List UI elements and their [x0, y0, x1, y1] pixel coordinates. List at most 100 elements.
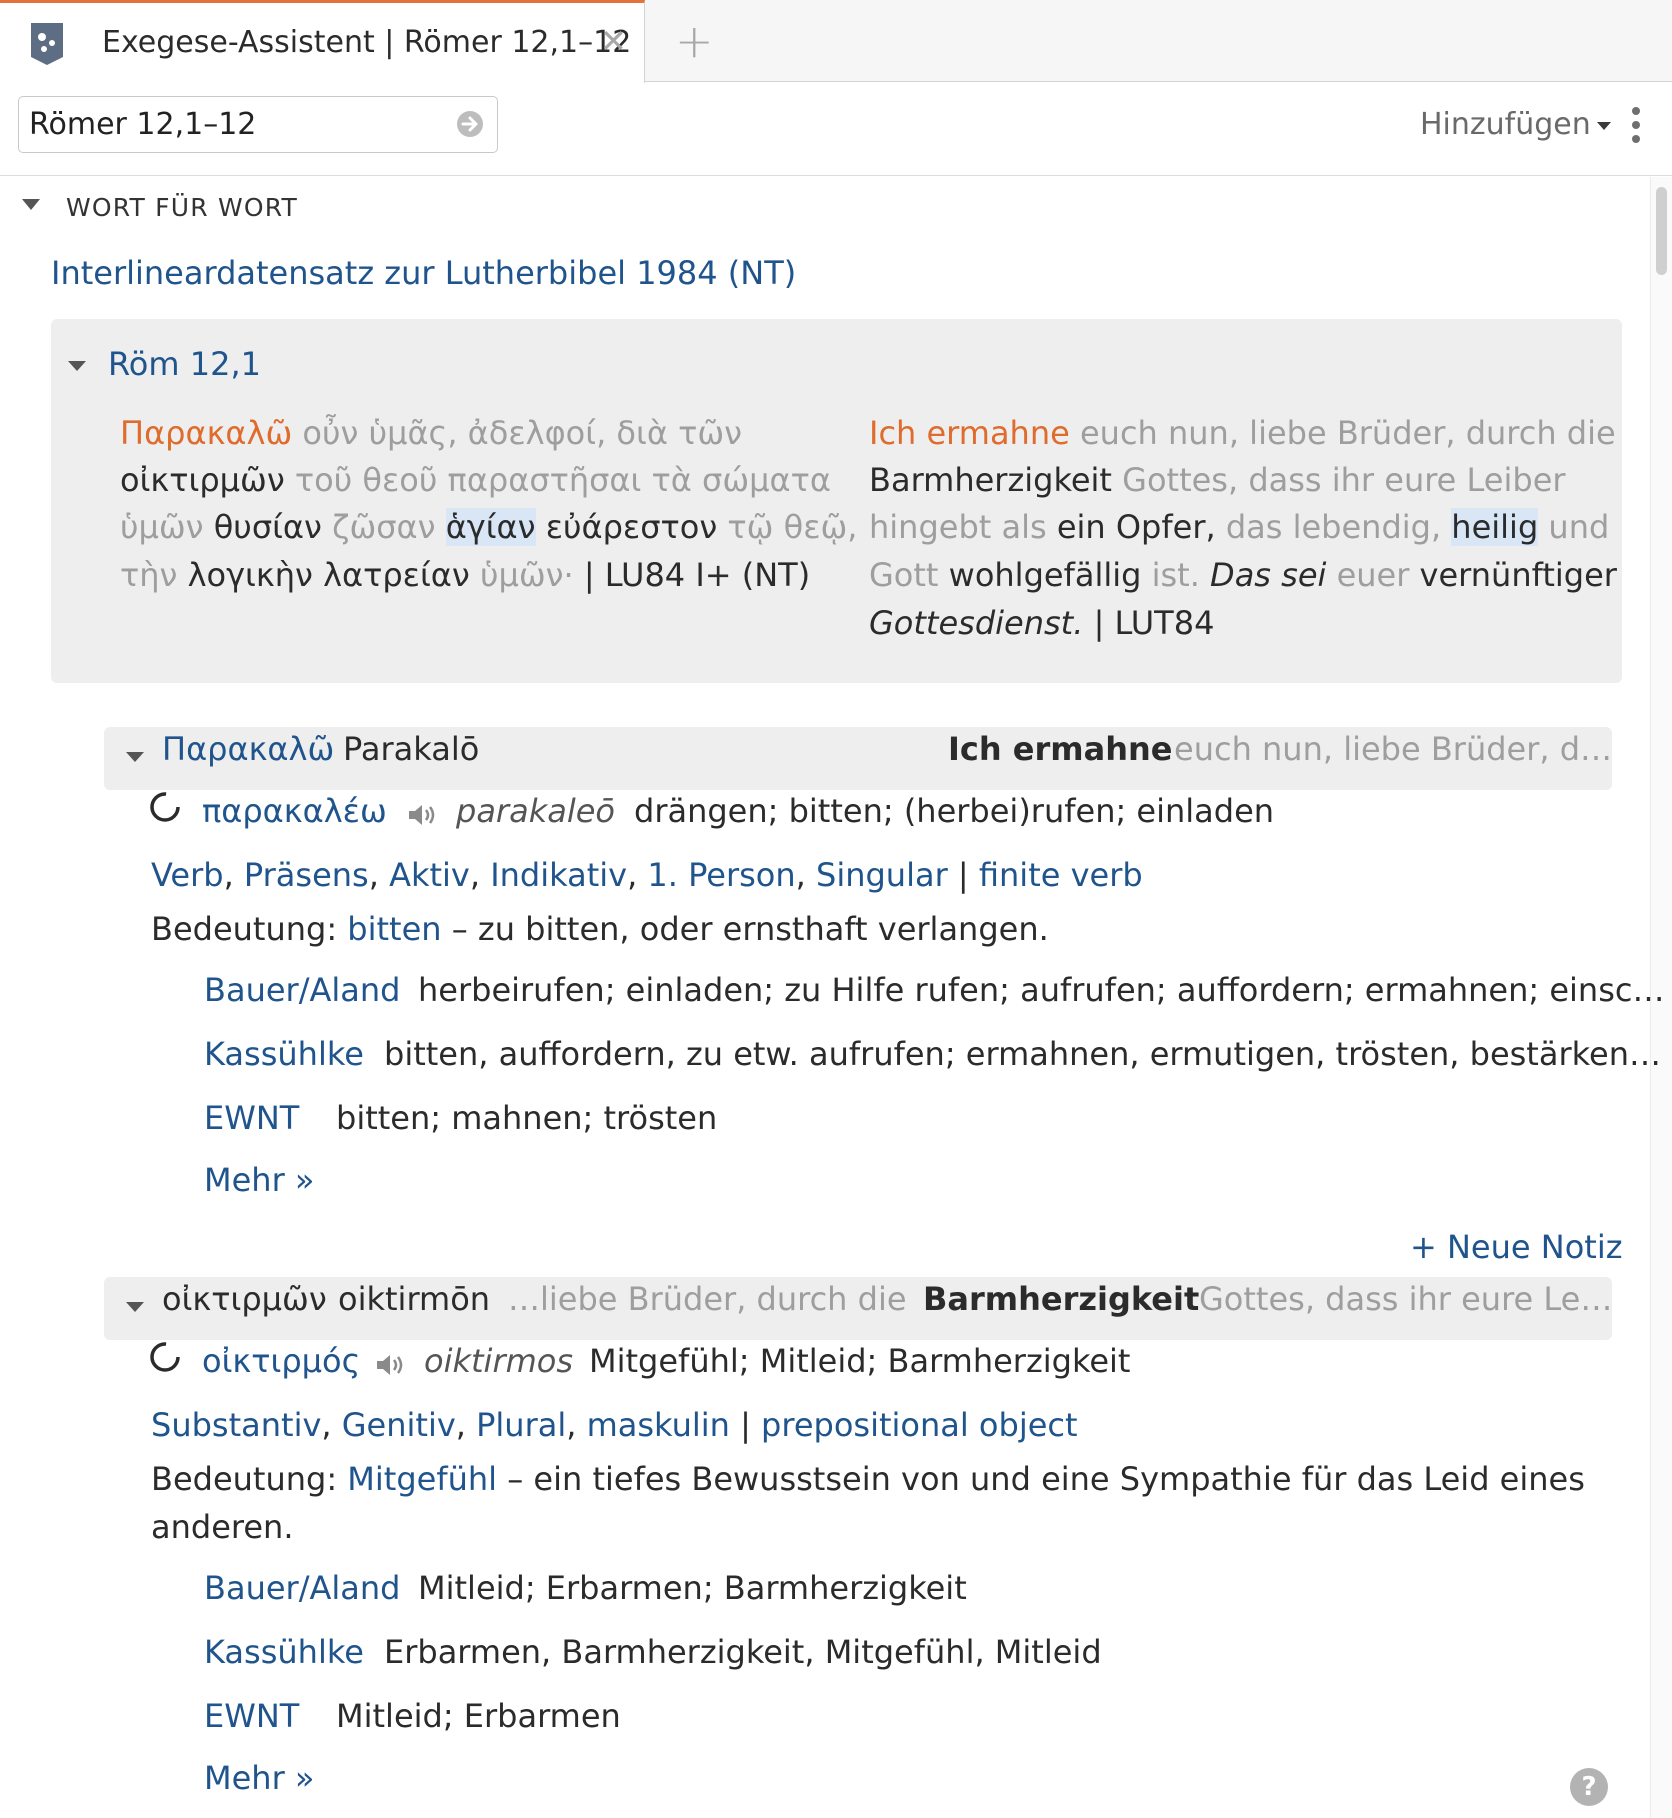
- dataset-link[interactable]: Interlineardatensatz zur Lutherbibel 198…: [51, 254, 796, 292]
- speaker-icon[interactable]: [375, 1352, 407, 1378]
- german-text: euer: [1326, 556, 1410, 594]
- german-text: euch nun, liebe Brüder, durch die: [1069, 414, 1616, 452]
- lexicon-name[interactable]: Kassühlke: [204, 1633, 364, 1671]
- german-text: das lebendig,: [1215, 508, 1452, 546]
- lexicon-name[interactable]: Kassühlke: [204, 1035, 364, 1073]
- reference-input[interactable]: [29, 97, 449, 151]
- greek-text: τῷ θεῷ,: [717, 508, 858, 546]
- word-greek[interactable]: Παρακαλῶ: [162, 730, 334, 768]
- word-greek[interactable]: οἰκτιρμῶν: [162, 1280, 327, 1318]
- morph-tag[interactable]: Plural: [476, 1406, 566, 1444]
- verse-reference-link[interactable]: Röm 12,1: [108, 345, 261, 383]
- toolbar: Hinzufügen: [0, 83, 1672, 176]
- german-word[interactable]: Barmherzigkeit: [869, 461, 1112, 499]
- greek-word[interactable]: οἰκτιρμῶν: [120, 461, 285, 499]
- german-line-2: Barmherzigkeit Gottes, dass ihr eure Lei…: [869, 461, 1566, 499]
- greek-word[interactable]: Παρακαλῶ: [120, 414, 292, 452]
- morph-tag[interactable]: Verb: [151, 856, 224, 894]
- lexicon-gloss: Mitleid; Erbarmen: [336, 1697, 621, 1735]
- lemma-link-icon[interactable]: [148, 790, 182, 824]
- lexicon-name[interactable]: EWNT: [204, 1697, 299, 1735]
- lexicon-gloss: bitten; mahnen; trösten: [336, 1099, 718, 1137]
- german-word-italic[interactable]: Das sei: [1210, 556, 1326, 594]
- morph-tag[interactable]: maskulin: [587, 1406, 730, 1444]
- speaker-icon[interactable]: [407, 802, 439, 828]
- morphology-line: Verb, Präsens, Aktiv, Indikativ, 1. Pers…: [151, 856, 1143, 894]
- greek-word-highlighted[interactable]: ἁγίαν: [445, 508, 536, 546]
- german-word-highlighted[interactable]: heilig: [1451, 508, 1539, 546]
- caret-down-icon: [1596, 121, 1611, 130]
- morph-tag[interactable]: Singular: [816, 856, 948, 894]
- tab-exegese-assistent[interactable]: Exegese-Assistent | Römer 12,1–12 ✕: [0, 0, 645, 83]
- meaning-word[interactable]: bitten: [347, 910, 441, 948]
- word-german-context: euch nun, liebe Brüder, d…: [1174, 730, 1613, 768]
- greek-line-1: Παρακαλῶ οὖν ὑμᾶς, ἀδελφοί, διὰ τῶν: [120, 414, 742, 452]
- word-german-pre: …liebe Brüder, durch die: [508, 1280, 907, 1318]
- syntax-tag[interactable]: prepositional object: [761, 1406, 1077, 1444]
- word-collapse-caret-icon[interactable]: [126, 1302, 144, 1312]
- word-transliteration: Parakalō: [343, 730, 480, 768]
- meaning-line: Bedeutung: bitten – zu bitten, oder erns…: [151, 910, 1049, 948]
- meaning-label: Bedeutung:: [151, 910, 338, 948]
- greek-text: ὑμῶν: [120, 508, 204, 546]
- more-options-icon[interactable]: [1631, 107, 1641, 147]
- greek-text: οὖν ὑμᾶς, ἀδελφοί, διὰ τῶν: [292, 414, 743, 452]
- new-note-button[interactable]: + Neue Notiz: [1410, 1228, 1623, 1266]
- morph-tag[interactable]: Aktiv: [389, 856, 470, 894]
- syntax-tag[interactable]: finite verb: [979, 856, 1143, 894]
- lemma-transliteration: oiktirmos: [424, 1342, 574, 1380]
- german-word[interactable]: wohlgefällig: [938, 556, 1142, 594]
- morph-tag[interactable]: 1. Person: [647, 856, 795, 894]
- word-german-bold: Barmherzigkeit: [923, 1280, 1200, 1318]
- section-title[interactable]: WORT FÜR WORT: [66, 193, 298, 222]
- lemma-gloss: drängen; bitten; (herbei)rufen; einladen: [634, 792, 1275, 830]
- german-version-label[interactable]: | LUT84: [1083, 604, 1215, 642]
- word-collapse-caret-icon[interactable]: [126, 752, 144, 762]
- go-arrow-icon[interactable]: [455, 109, 485, 139]
- verse-panel: [51, 319, 1622, 683]
- greek-word[interactable]: θυσίαν: [204, 508, 322, 546]
- lexicon-name[interactable]: EWNT: [204, 1099, 299, 1137]
- add-menu-button[interactable]: Hinzufügen: [1420, 107, 1611, 142]
- more-link[interactable]: Mehr »: [204, 1759, 314, 1797]
- lemma-gloss: Mitgefühl; Mitleid; Barmherzigkeit: [589, 1342, 1131, 1380]
- morph-tag[interactable]: Präsens: [244, 856, 369, 894]
- greek-line-3: ὑμῶν θυσίαν ζῶσαν ἁγίαν εὐάρεστον τῷ θεῷ…: [120, 508, 857, 546]
- german-line-4: Gott wohlgefällig ist. Das sei euer vern…: [869, 556, 1617, 594]
- greek-version-label[interactable]: | LU84 I+ (NT): [574, 556, 810, 594]
- german-word[interactable]: vernünftiger: [1409, 556, 1617, 594]
- lexicon-name[interactable]: Bauer/Aland: [204, 971, 400, 1009]
- more-link[interactable]: Mehr »: [204, 1161, 314, 1199]
- new-tab-plus-icon[interactable]: +: [675, 18, 714, 64]
- lexicon-name[interactable]: Bauer/Aland: [204, 1569, 400, 1607]
- tab-bar: Exegese-Assistent | Römer 12,1–12 ✕ +: [0, 0, 1672, 83]
- greek-line-2: οἰκτιρμῶν τοῦ θεοῦ παραστῆσαι τὰ σώματα: [120, 461, 831, 499]
- reference-box: [18, 96, 498, 153]
- morph-tag[interactable]: Indikativ: [490, 856, 627, 894]
- section-collapse-caret-icon[interactable]: [22, 199, 40, 210]
- greek-text: ζῶσαν: [321, 508, 446, 546]
- morph-tag[interactable]: Substantiv: [151, 1406, 321, 1444]
- lemma-link-icon[interactable]: [148, 1340, 182, 1374]
- verse-collapse-caret-icon[interactable]: [68, 361, 86, 371]
- german-word[interactable]: Ich ermahne: [869, 414, 1070, 452]
- add-menu-label: Hinzufügen: [1420, 107, 1591, 142]
- help-icon[interactable]: ?: [1570, 1768, 1608, 1806]
- tab-close-icon[interactable]: ✕: [600, 25, 627, 57]
- lexicon-gloss: Mitleid; Erbarmen; Barmherzigkeit: [418, 1569, 967, 1607]
- lemma-greek[interactable]: οἰκτιρμός: [202, 1342, 360, 1380]
- german-word-italic[interactable]: Gottesdienst.: [869, 604, 1083, 642]
- morph-tag[interactable]: Genitiv: [342, 1406, 456, 1444]
- meaning-word[interactable]: Mitgefühl: [347, 1460, 497, 1498]
- german-text: ist.: [1141, 556, 1211, 594]
- german-text: Gottes, dass ihr eure Leiber: [1111, 461, 1566, 499]
- greek-word[interactable]: λογικὴν λατρείαν: [177, 556, 470, 594]
- tab-title: Exegese-Assistent | Römer 12,1–12: [102, 25, 632, 60]
- scrollbar-thumb[interactable]: [1656, 187, 1667, 275]
- greek-text: ὑμῶν·: [469, 556, 574, 594]
- german-text: hingebt als: [869, 508, 1047, 546]
- greek-word[interactable]: εὐάρεστον: [536, 508, 718, 546]
- lemma-greek[interactable]: παρακαλέω: [202, 792, 387, 830]
- german-word[interactable]: ein Opfer,: [1047, 508, 1216, 546]
- meaning-text: – ein tiefes Bewusstsein von und eine Sy…: [497, 1460, 1585, 1498]
